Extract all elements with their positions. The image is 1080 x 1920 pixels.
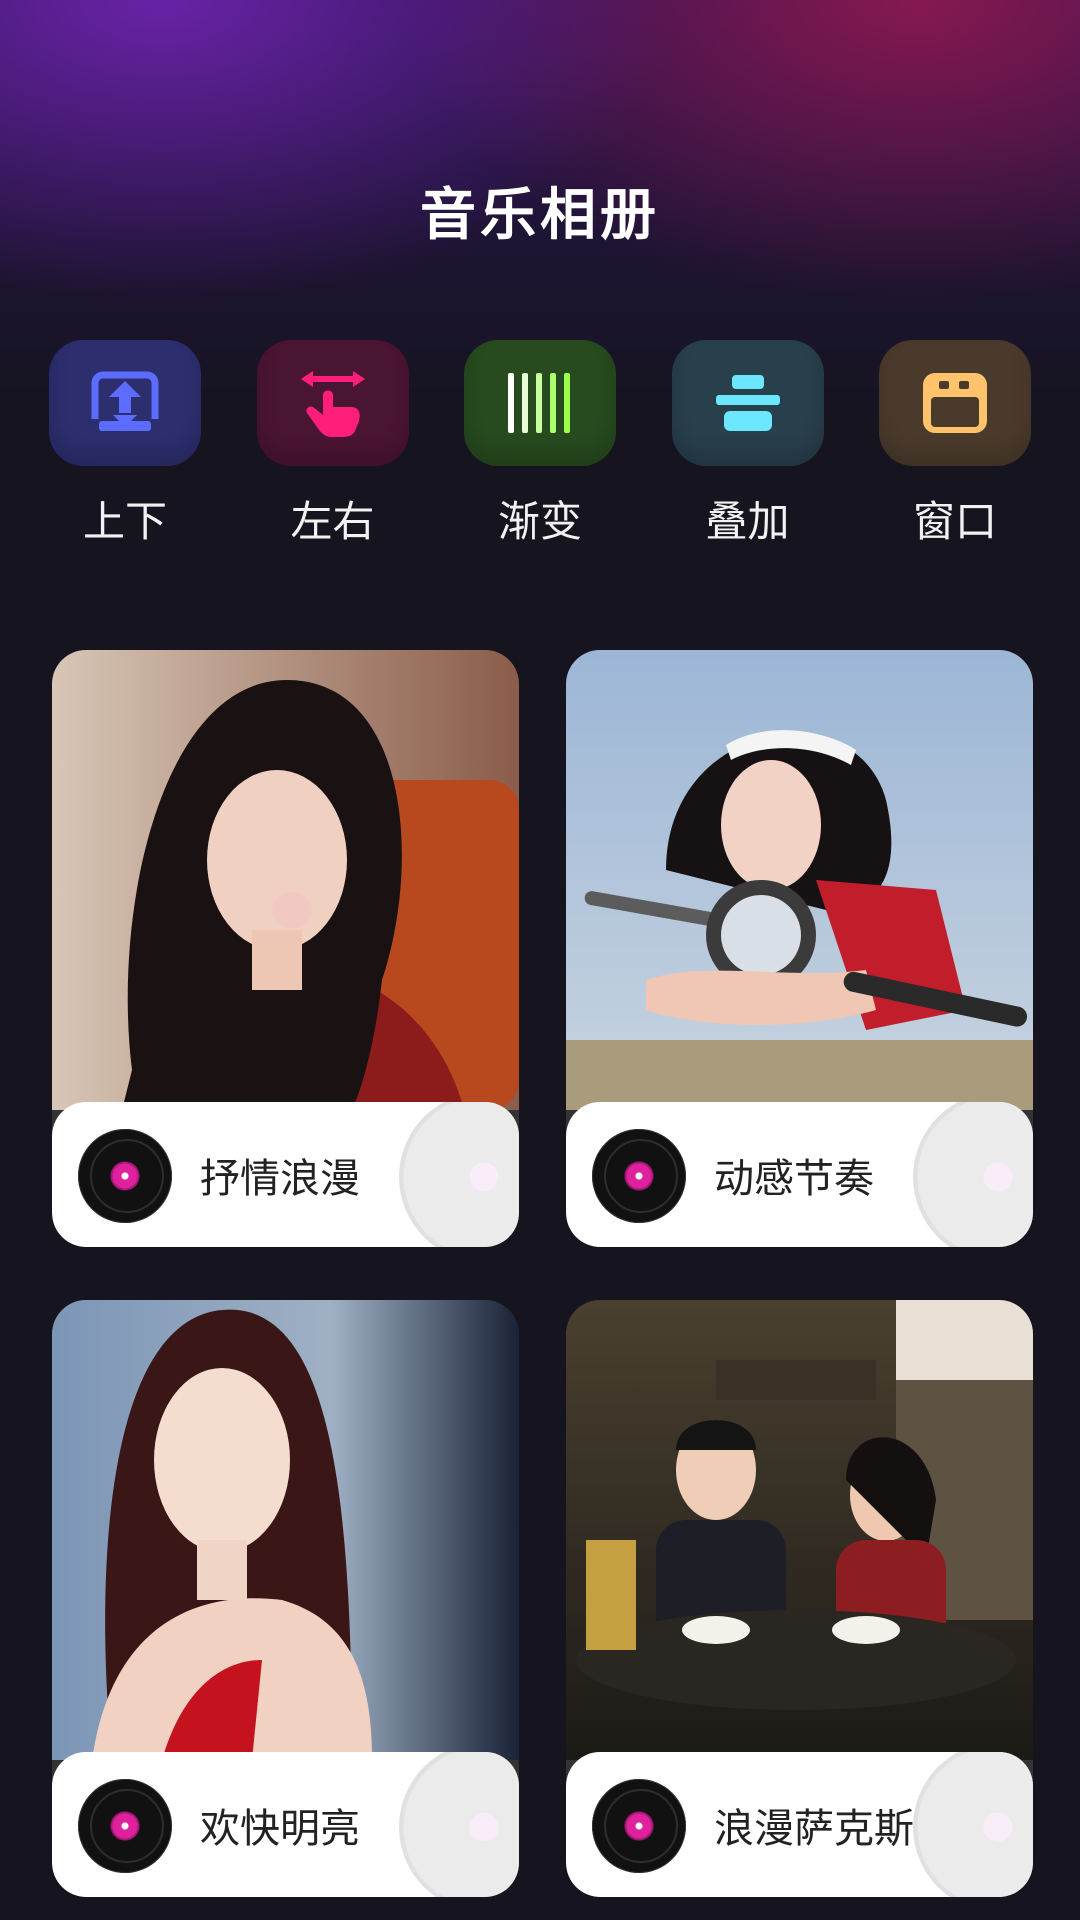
vinyl-record-icon <box>592 1779 686 1873</box>
album-card[interactable]: 欢快明亮 <box>52 1300 519 1897</box>
swipe-left-right-icon <box>300 371 365 437</box>
overlay-stack-icon <box>715 375 780 431</box>
mode-tile[interactable] <box>49 340 201 466</box>
album-card[interactable]: 动感节奏 <box>566 650 1033 1247</box>
album-cover-image <box>52 650 519 1110</box>
album-card[interactable]: 抒情浪漫 <box>52 650 519 1247</box>
page-title: 音乐相册 <box>420 183 660 248</box>
mode-up-down[interactable]: 上下 <box>40 340 210 550</box>
album-info-bar[interactable]: 欢快明亮 <box>52 1752 519 1897</box>
mode-left-right[interactable]: 左右 <box>248 340 418 550</box>
mode-label: 窗口 <box>912 497 997 546</box>
mode-overlay[interactable]: 叠加 <box>663 340 833 550</box>
album-info-bar[interactable]: 抒情浪漫 <box>52 1102 519 1247</box>
mode-tile[interactable] <box>256 340 409 466</box>
transition-mode-bar: 上下 左右 渐变 叠加 窗口 <box>40 340 1040 550</box>
vinyl-ghost-icon <box>913 1752 1033 1897</box>
vinyl-record-icon <box>78 1779 172 1873</box>
mode-tile[interactable] <box>671 340 824 466</box>
album-title: 动感节奏 <box>714 1156 874 1202</box>
album-card[interactable]: 浪漫萨克斯 <box>566 1300 1033 1897</box>
vinyl-record-icon <box>592 1129 686 1223</box>
mode-label: 叠加 <box>705 497 790 546</box>
album-cover-image <box>566 1300 1033 1760</box>
vinyl-ghost-icon <box>399 1102 519 1247</box>
vinyl-ghost-icon <box>399 1752 519 1897</box>
mode-tile[interactable] <box>879 340 1031 466</box>
mode-label: 渐变 <box>497 497 582 546</box>
album-cover-image <box>52 1300 519 1760</box>
mode-tile[interactable] <box>464 340 616 466</box>
album-info-bar[interactable]: 浪漫萨克斯 <box>566 1752 1033 1897</box>
mode-label: 左右 <box>290 497 375 546</box>
mode-gradient[interactable]: 渐变 <box>455 340 625 550</box>
vinyl-ghost-icon <box>913 1102 1033 1247</box>
album-title: 抒情浪漫 <box>200 1156 360 1202</box>
album-info-bar[interactable]: 动感节奏 <box>566 1102 1033 1247</box>
album-cover-image <box>566 650 1033 1110</box>
mode-label: 上下 <box>82 497 167 546</box>
window-icon <box>923 373 987 433</box>
album-title: 欢快明亮 <box>200 1806 360 1852</box>
gradient-bars-icon <box>508 373 570 433</box>
vinyl-record-icon <box>78 1129 172 1223</box>
album-title: 浪漫萨克斯 <box>714 1806 914 1852</box>
arrows-up-down-icon <box>89 371 161 439</box>
mode-window[interactable]: 窗口 <box>870 340 1040 550</box>
